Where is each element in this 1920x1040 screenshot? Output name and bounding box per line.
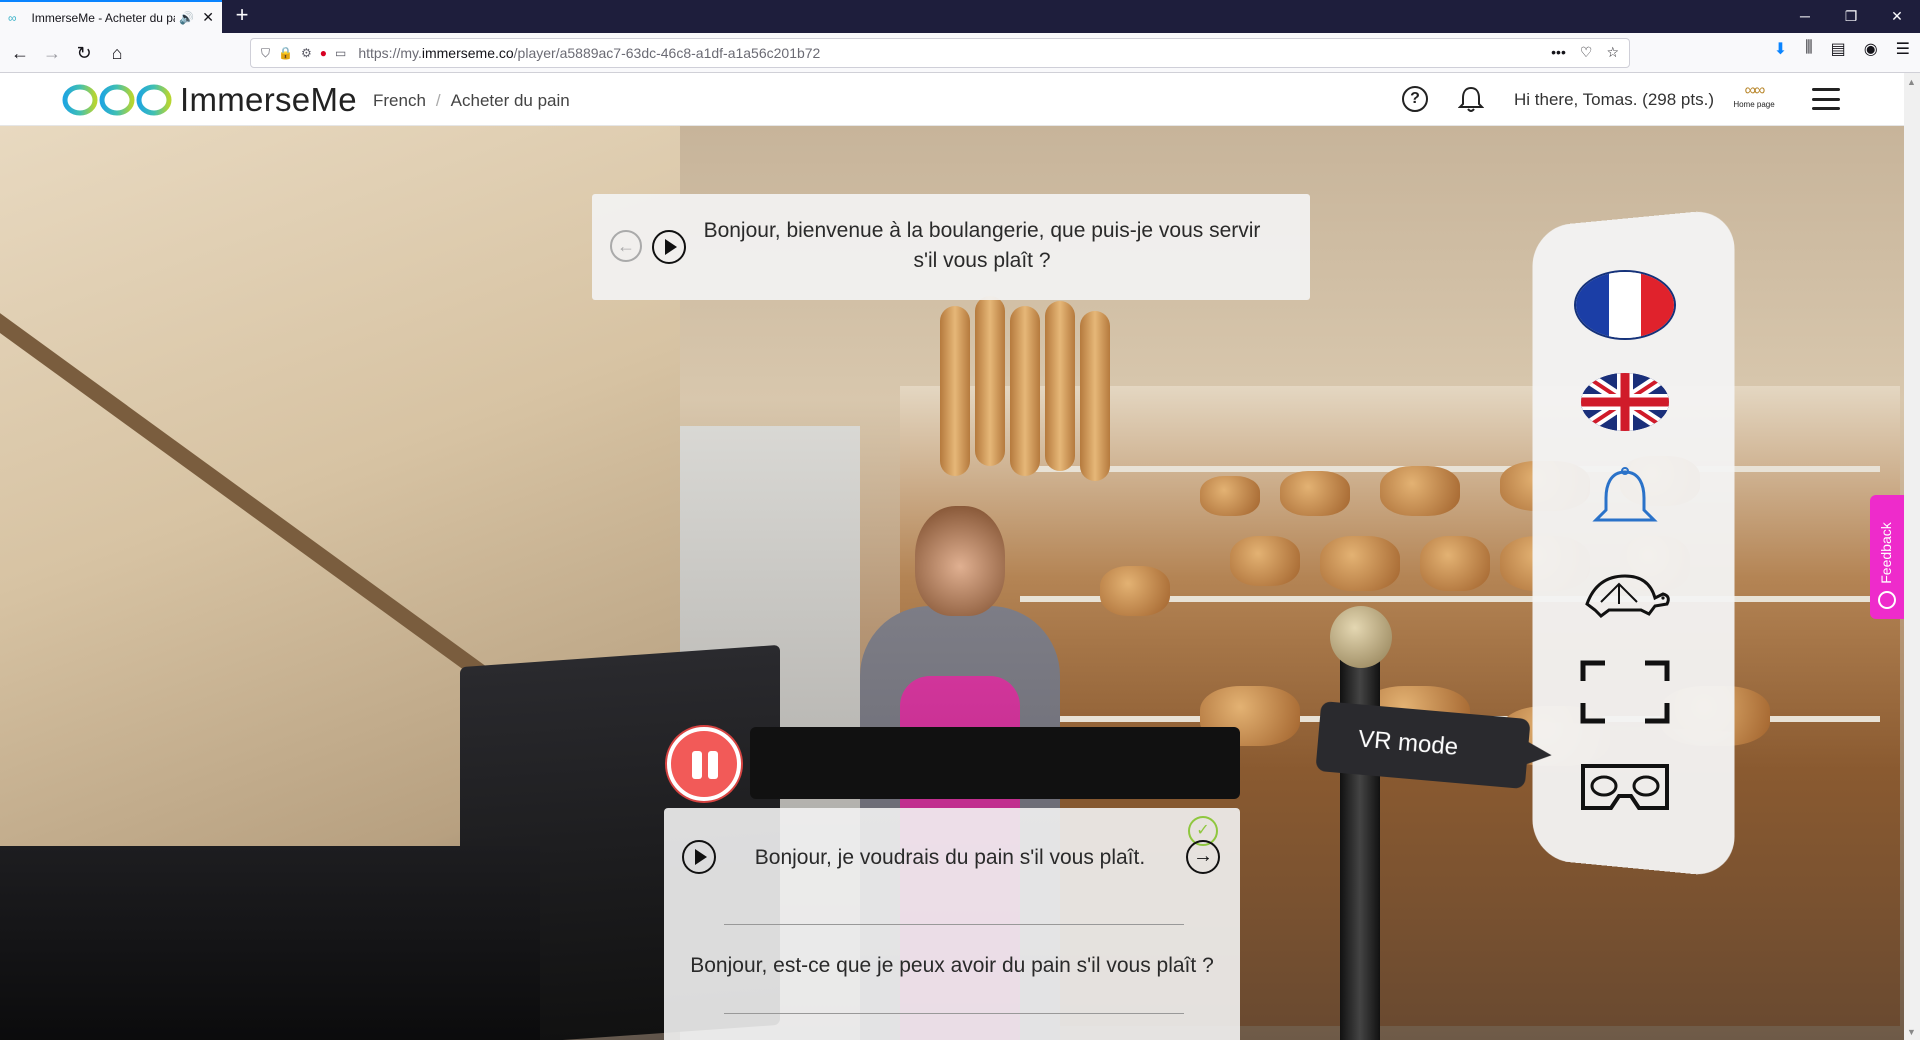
- speaker-icon[interactable]: 🔊: [179, 11, 194, 25]
- fullscreen-icon: [1580, 660, 1670, 724]
- option-play-audio-icon[interactable]: [682, 840, 716, 874]
- url-text[interactable]: https://my.immerseme.co/player/a5889ac7-…: [358, 45, 820, 61]
- user-greeting[interactable]: Hi there, Tomas. (298 pts.): [1514, 90, 1714, 110]
- close-window-button[interactable]: ✕: [1874, 0, 1920, 33]
- response-option-text: Bonjour, je voudrais du pain s'il vous p…: [754, 846, 1146, 869]
- home-page-link[interactable]: ∞∞ Home page: [1725, 82, 1783, 109]
- notifications-bell-icon[interactable]: [1458, 85, 1484, 113]
- next-arrow-icon[interactable]: →: [1186, 840, 1220, 874]
- pocket-icon[interactable]: ♡: [1580, 44, 1593, 61]
- response-option[interactable]: Bonjour, je voudrais du pain s'il vous p…: [664, 808, 1240, 898]
- menu-icon[interactable]: ☰: [1896, 39, 1910, 59]
- english-translation-button[interactable]: [1570, 362, 1680, 442]
- breadcrumb: French / Acheter du pain: [373, 91, 570, 111]
- more-actions-icon[interactable]: •••: [1551, 44, 1566, 61]
- vr-mode-button[interactable]: [1570, 748, 1680, 828]
- sidebar-icon[interactable]: ▤: [1831, 39, 1846, 59]
- browser-tab-bar: ∞ ImmerseMe - Acheter du pa 🔊 ✕ + ─ ❐ ✕: [0, 0, 1920, 33]
- downloads-icon[interactable]: ⬇: [1774, 39, 1787, 59]
- previous-arrow-icon[interactable]: ←: [610, 230, 642, 262]
- reload-button[interactable]: ↻: [70, 39, 98, 67]
- restore-button[interactable]: ❐: [1828, 0, 1874, 33]
- url-bar[interactable]: ⛉ 🔒 ⚙ ● ▭ https://my.immerseme.co/player…: [250, 38, 1630, 68]
- turtle-icon: [1585, 574, 1670, 618]
- breadcrumb-language[interactable]: French: [373, 91, 426, 111]
- hint-bell-button[interactable]: [1570, 458, 1680, 538]
- vr-headset-icon: [1581, 764, 1669, 810]
- new-tab-button[interactable]: +: [230, 4, 254, 28]
- breadcrumb-lesson[interactable]: Acheter du pain: [451, 91, 570, 111]
- feedback-tab[interactable]: Feedback: [1870, 495, 1904, 619]
- scroll-down-icon[interactable]: ▼: [1907, 1027, 1916, 1037]
- tab-title: ImmerseMe - Acheter du pa: [31, 10, 176, 25]
- npc-dialogue-card: ← Bonjour, bienvenue à la boulangerie, q…: [592, 194, 1310, 300]
- minimize-button[interactable]: ─: [1782, 0, 1828, 33]
- infinity-logo-icon: [62, 84, 172, 116]
- app-header: ImmerseMe French / Acheter du pain ? Hi …: [0, 73, 1904, 126]
- back-button[interactable]: ←: [6, 39, 34, 67]
- record-pause-button[interactable]: [667, 727, 741, 801]
- shield-icon[interactable]: ⛉: [261, 46, 270, 61]
- feedback-icon: [1878, 591, 1896, 609]
- forward-button[interactable]: →: [38, 39, 66, 67]
- account-icon[interactable]: ◉: [1864, 39, 1878, 59]
- uk-flag-icon: [1581, 373, 1669, 431]
- fullscreen-button[interactable]: [1570, 652, 1680, 732]
- speech-transcript-display: [750, 727, 1240, 799]
- home-page-label: Home page: [1733, 100, 1775, 109]
- bookmark-star-icon[interactable]: ☆: [1606, 44, 1619, 61]
- feedback-label: Feedback: [1878, 522, 1894, 584]
- divider: [724, 1013, 1184, 1014]
- response-options-card: ✓ Bonjour, je voudrais du pain s'il vous…: [664, 808, 1240, 1040]
- brand-name: ImmerseMe: [180, 81, 357, 118]
- browser-nav-bar: ← → ↻ ⌂ ⛉ 🔒 ⚙ ● ▭ https://my.immerseme.c…: [0, 33, 1920, 73]
- vr-permission-icon[interactable]: ▭: [335, 46, 346, 61]
- browser-tab[interactable]: ∞ ImmerseMe - Acheter du pa 🔊 ✕: [0, 0, 222, 33]
- home-button[interactable]: ⌂: [103, 39, 131, 67]
- pause-icon: [692, 751, 702, 779]
- bell-icon: [1592, 467, 1658, 522]
- scroll-up-icon[interactable]: ▲: [1907, 77, 1916, 87]
- french-flag-button[interactable]: [1570, 265, 1680, 345]
- hamburger-menu-icon[interactable]: [1812, 88, 1840, 110]
- npc-dialogue-text: Bonjour, bienvenue à la boulangerie, que…: [703, 219, 1261, 272]
- help-icon[interactable]: ?: [1402, 86, 1428, 112]
- close-tab-icon[interactable]: ✕: [202, 9, 214, 26]
- microphone-icon[interactable]: ●: [320, 46, 327, 61]
- slow-speech-button[interactable]: [1570, 555, 1680, 635]
- response-option-alt-text[interactable]: Bonjour, est-ce que je peux avoir du pai…: [664, 954, 1240, 978]
- lock-icon[interactable]: 🔒: [278, 46, 293, 61]
- french-flag-icon: [1576, 272, 1674, 338]
- permissions-icon[interactable]: ⚙: [301, 46, 312, 61]
- breadcrumb-separator: /: [435, 91, 441, 110]
- home-logo-icon: ∞∞: [1744, 82, 1766, 99]
- npc-play-audio-icon[interactable]: [652, 230, 686, 264]
- divider: [724, 924, 1184, 925]
- brand-logo[interactable]: ImmerseMe: [62, 81, 357, 119]
- page-scrollbar[interactable]: ▲ ▼: [1904, 73, 1920, 1040]
- library-icon[interactable]: ⫼: [1805, 39, 1812, 59]
- immerseme-favicon-icon: ∞: [8, 10, 17, 25]
